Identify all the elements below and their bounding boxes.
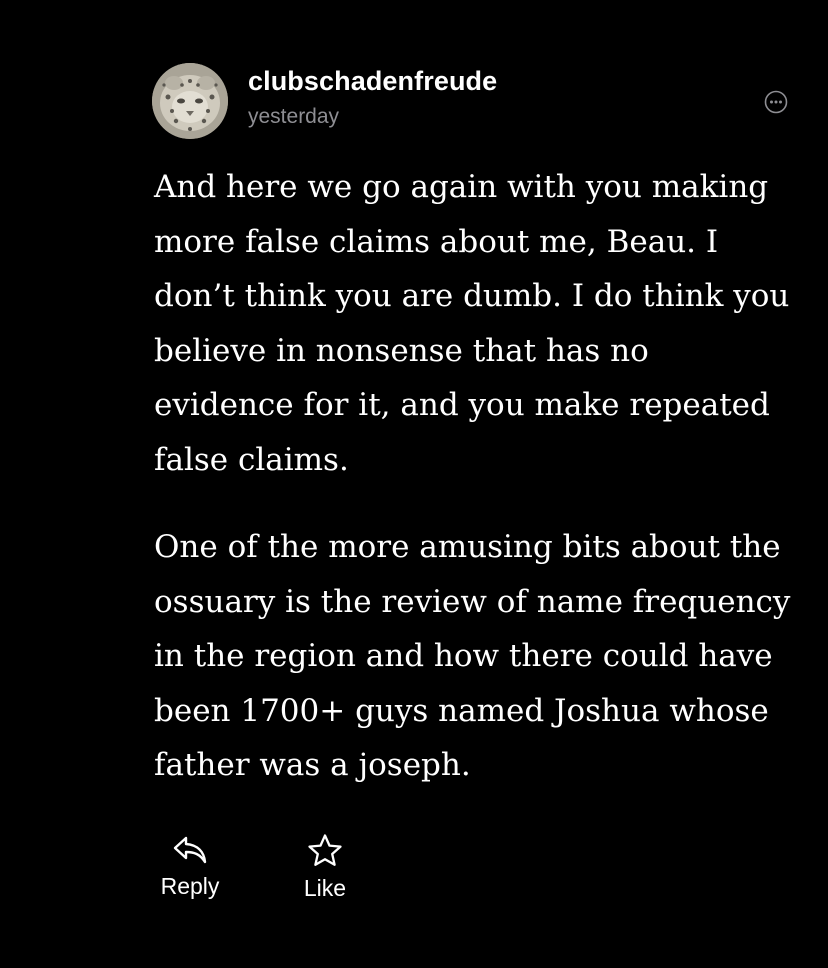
reply-arrow-icon (173, 836, 207, 864)
post-actions: Reply Like (150, 833, 410, 913)
post-header: clubschadenfreude yesterday (152, 63, 792, 139)
post-paragraph: One of the more amusing bits about the o… (154, 529, 791, 783)
avatar[interactable] (152, 63, 228, 139)
like-label: Like (303, 875, 347, 901)
snow-leopard-avatar-icon (152, 63, 228, 139)
post-timestamp: yesterday (248, 105, 340, 128)
reply-button[interactable]: Reply (150, 833, 230, 900)
post-body: And here we go again with you making mor… (154, 160, 794, 826)
post-paragraph: And here we go again with you making mor… (154, 169, 790, 478)
like-button[interactable]: Like (285, 833, 365, 902)
author-name[interactable]: clubschadenfreude (248, 66, 497, 97)
reply-label: Reply (160, 873, 220, 899)
more-options-button[interactable] (764, 90, 788, 114)
ellipsis-circle-icon (764, 90, 788, 114)
star-icon (308, 834, 342, 866)
